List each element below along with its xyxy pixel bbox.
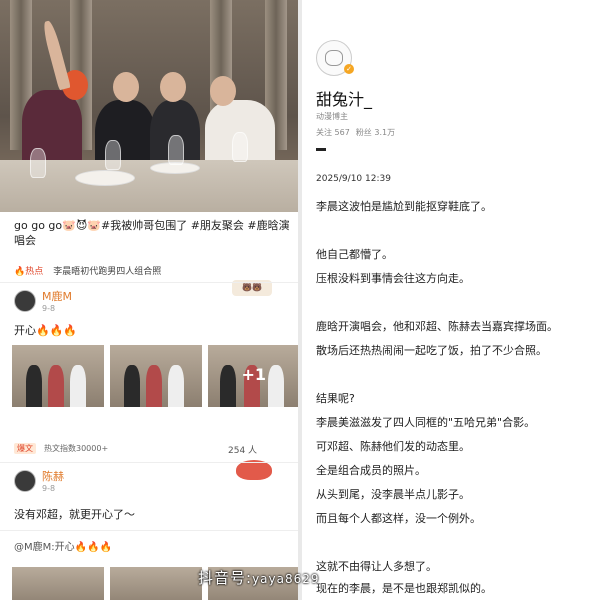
raised-arm [41, 19, 71, 91]
user2-name[interactable]: 陈赫 [42, 468, 64, 484]
article-line: 李晨美滋滋发了四人同框的"五哈兄弟"合影。 [316, 416, 536, 429]
article-line: 全是组合成员的照片。 [316, 464, 426, 477]
plate [75, 170, 135, 186]
photo-thumb[interactable] [110, 567, 202, 600]
douyin-watermark: 抖音号:yaya8629 [198, 567, 320, 588]
article-line: 他自己都懵了。 [316, 248, 393, 261]
verified-icon: ✓ [344, 64, 354, 74]
article-line: 压根没料到事情会往这方向走。 [316, 272, 470, 285]
fans-count[interactable]: 粉丝 3.1万 [356, 127, 395, 138]
article-line: 从头到尾，没李晨半点儿影子。 [316, 488, 470, 501]
person-4-head [210, 76, 236, 106]
article-line: 结果呢? [316, 392, 355, 405]
photo-thumb[interactable] [110, 345, 202, 407]
heat-stats: 爆文 热文指数30000+ [14, 443, 108, 454]
article-line: 散场后还热热闹闹一起吃了饭，拍了不少合照。 [316, 344, 547, 357]
divider [0, 462, 298, 463]
wine-glass [232, 132, 248, 162]
follow-count[interactable]: 关注 567 [316, 127, 350, 138]
wine-glass [168, 135, 184, 165]
divider [0, 282, 298, 283]
photo-thumb[interactable] [12, 345, 104, 407]
watermark-id: yaya8629 [252, 572, 320, 586]
divider [316, 148, 326, 151]
article-line: 这就不由得让人多想了。 [316, 560, 437, 573]
blogger-category: 动漫博主 [316, 112, 348, 121]
user1-photo-grid: +1 [12, 345, 298, 407]
post-text: go go go🐷😈🐷#我被帅哥包围了 #朋友聚会 #鹿晗演唱会 [14, 219, 290, 247]
user1-header[interactable]: M鹿M 9-8 [14, 288, 72, 313]
anime-face-icon [325, 50, 343, 66]
hot-topic-text[interactable]: 李晨晤初代跑男四人组合照 [53, 264, 161, 277]
wine-glass [30, 148, 46, 178]
hot-badge: 爆文 [14, 443, 36, 454]
more-photos-count: +1 [241, 365, 266, 384]
thumb-person [220, 365, 236, 407]
article-line: 李晨这波怕是尴尬到能抠穿鞋底了。 [316, 200, 492, 213]
thumb-person [124, 365, 140, 407]
watermark-label: 抖音号: [198, 569, 253, 587]
blogger-name[interactable]: 甜兔汁_ [316, 86, 372, 110]
user2-date: 9-8 [42, 484, 56, 493]
right-article-panel: ✓ 甜兔汁_ 动漫博主 关注 567 粉丝 3.1万 2025/9/10 12:… [302, 0, 600, 600]
user2-header[interactable]: 陈赫 9-8 [14, 468, 64, 493]
person-2-head [113, 72, 139, 102]
thumb-person [268, 365, 284, 407]
person-3-head [160, 72, 186, 102]
left-post-panel: go go go🐷😈🐷#我被帅哥包围了 #朋友聚会 #鹿晗演唱会 🔥热点 李晨晤… [0, 0, 298, 600]
article-line: 而且每个人都这样，没一个例外。 [316, 512, 481, 525]
thumb-person [168, 365, 184, 407]
hot-label: 🔥热点 [14, 267, 44, 277]
sticker-icon [236, 460, 272, 480]
article-line: 鹿晗开演唱会，他和邓超、陈赫去当嘉宾撑场面。 [316, 320, 558, 333]
divider [0, 530, 298, 531]
thumb-person [146, 365, 162, 407]
avatar[interactable] [14, 289, 36, 312]
user1-name[interactable]: M鹿M [42, 288, 72, 304]
user1-date: 9-8 [42, 304, 56, 313]
heat-index: 热文指数30000+ [44, 444, 109, 453]
post-date: 2025/9/10 12:39 [316, 174, 391, 184]
blogger-stats: 关注 567 粉丝 3.1万 [316, 127, 395, 138]
user1-comment: 开心🔥🔥🔥 [14, 324, 78, 337]
photo-thumb[interactable] [12, 567, 104, 600]
group-photo[interactable] [0, 0, 298, 212]
wine-glass [105, 140, 121, 170]
thumb-person [48, 365, 64, 407]
user2-comment: 没有邓超，就更开心了～ [14, 508, 135, 521]
screenshot-collage: go go go🐷😈🐷#我被帅哥包围了 #朋友聚会 #鹿晗演唱会 🔥热点 李晨晤… [0, 0, 600, 600]
avatar[interactable] [14, 469, 36, 492]
article-line: 可邓超、陈赫他们发的动态里。 [316, 440, 470, 453]
thumb-person [26, 365, 42, 407]
article-line: 现在的李晨，是不是也跟郑凯似的。 [316, 582, 492, 595]
quoted-comment: @M鹿M:开心🔥🔥🔥 [14, 542, 112, 553]
photo-thumb[interactable]: +1 [208, 345, 298, 407]
hot-topic-row[interactable]: 🔥热点 李晨晤初代跑男四人组合照 [14, 264, 161, 277]
thumb-person [70, 365, 86, 407]
like-count: 254 人 [228, 446, 258, 456]
